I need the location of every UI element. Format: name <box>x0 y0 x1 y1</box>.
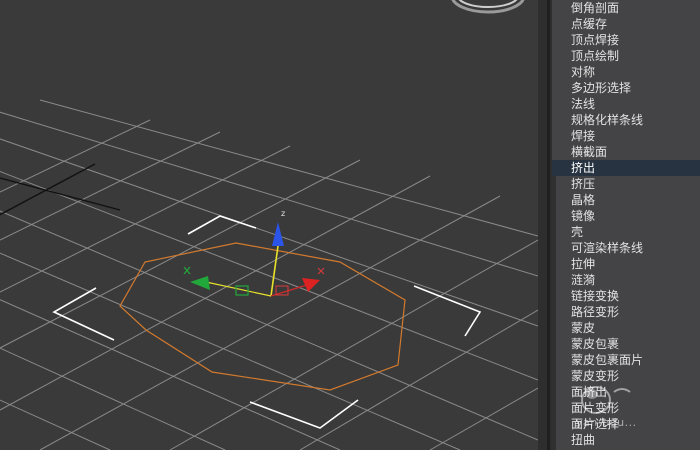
menu-item[interactable]: 面挤出 <box>552 384 700 400</box>
menu-item[interactable]: 倒角剖面 <box>552 0 700 16</box>
menu-item[interactable]: 顶点绘制 <box>552 48 700 64</box>
menu-item[interactable]: 面片选择 <box>552 416 700 432</box>
menu-item[interactable]: 蒙皮 <box>552 320 700 336</box>
menu-item[interactable]: 壳 <box>552 224 700 240</box>
menu-item[interactable]: 点缓存 <box>552 16 700 32</box>
menu-item[interactable]: 顶点焊接 <box>552 32 700 48</box>
viewport-scene: z <box>0 0 538 450</box>
z-axis-label: z <box>281 209 285 218</box>
menu-item[interactable]: 法线 <box>552 96 700 112</box>
menu-item[interactable]: 蒙皮变形 <box>552 368 700 384</box>
panel-divider[interactable] <box>538 0 552 450</box>
modifier-list-dropdown[interactable]: 倒角剖面 点缓存 顶点焊接 顶点绘制 对称 多边形选择 法线 规格化样条线 焊接 横截面 挤出 挤压晶… <box>552 0 700 450</box>
menu-item[interactable]: 拉伸 <box>552 256 700 272</box>
menu-item[interactable]: 扭曲 <box>552 432 700 448</box>
menu-item[interactable]: 镜像 <box>552 208 700 224</box>
menu-item[interactable]: 链接变换 <box>552 288 700 304</box>
scrollbar-track[interactable] <box>547 0 550 450</box>
menu-item[interactable]: 规格化样条线 <box>552 112 700 128</box>
menu-item[interactable]: 涟漪 <box>552 272 700 288</box>
menu-item[interactable]: 蒙皮包裹面片 <box>552 352 700 368</box>
menu-item[interactable]: 面片变形 <box>552 400 700 416</box>
grid <box>0 99 538 450</box>
menu-item[interactable]: 焊接 <box>552 128 700 144</box>
menu-item[interactable]: 可渲染样条线 <box>552 240 700 256</box>
menu-item[interactable]: 对称 <box>552 64 700 80</box>
menu-item[interactable]: 横截面 <box>552 144 700 160</box>
menu-item[interactable]: 蒙皮包裹 <box>552 336 700 352</box>
menu-item[interactable]: 挤压 <box>552 176 700 192</box>
viewcube-icon[interactable] <box>451 0 525 14</box>
menu-item[interactable]: 挤出 <box>552 160 700 176</box>
menu-separator <box>552 176 556 450</box>
3d-viewport[interactable]: z <box>0 0 538 450</box>
selection-brackets <box>52 215 482 429</box>
transform-gizmo[interactable]: z <box>183 209 325 297</box>
menu-item[interactable]: 晶格 <box>552 192 700 208</box>
menu-item[interactable]: 多边形选择 <box>552 80 700 96</box>
menu-item[interactable]: 路径变形 <box>552 304 700 320</box>
